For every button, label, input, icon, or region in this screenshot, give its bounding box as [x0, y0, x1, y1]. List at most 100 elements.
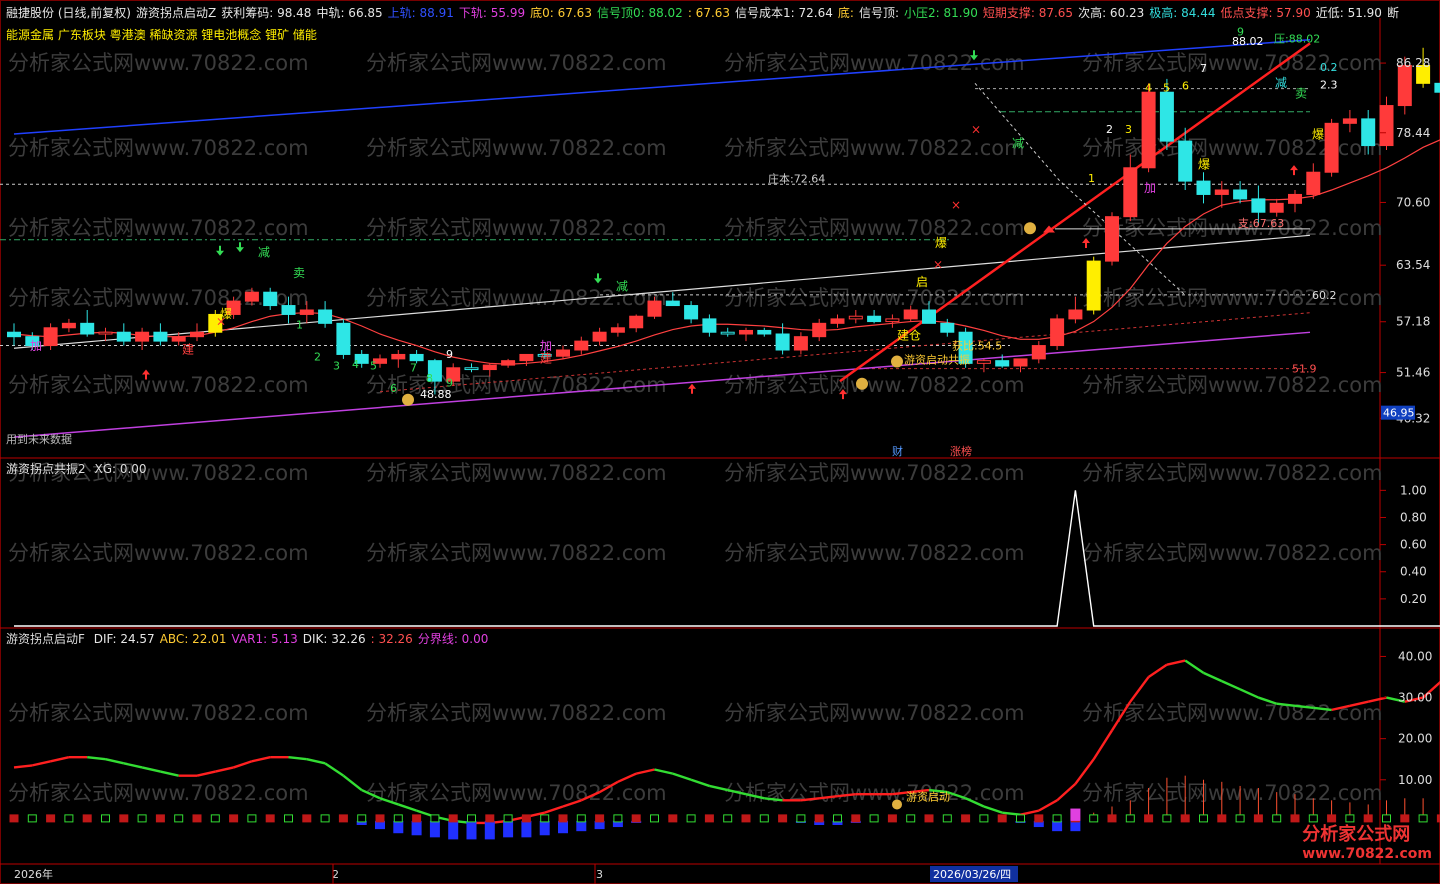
dik-segment [196, 770, 216, 777]
dik-segment [215, 766, 234, 773]
var1-bar [448, 820, 459, 840]
dik-segment [1056, 782, 1077, 802]
zero-mark [942, 814, 952, 823]
zero-mark [1089, 814, 1099, 823]
candle-body [171, 336, 186, 342]
y-tick-label: 0.20 [1400, 592, 1427, 606]
var1-bar [1070, 820, 1081, 832]
concept-tags[interactable]: 能源金属 广东板块 粤港澳 稀缺资源 锂电池概念 锂矿 储能 [6, 26, 317, 43]
watermark-text: 分析家公式网www.70822.com [366, 216, 667, 240]
count-digit: 2 [314, 351, 321, 364]
count-digit: 9 [446, 376, 453, 389]
zero-mark [961, 814, 971, 823]
candle-body [464, 367, 479, 371]
dik-segment [105, 758, 125, 765]
candle [720, 327, 735, 337]
candle-body [793, 336, 808, 351]
p2-title[interactable]: 游资拐点共振2 [6, 462, 86, 476]
candle [592, 327, 607, 346]
zero-mark [320, 814, 330, 823]
candle [1086, 256, 1101, 315]
signal-label: 建 [540, 351, 552, 365]
header-item-12: 小压2: 81.90 [904, 6, 978, 20]
count-digit: 2 [1106, 123, 1113, 136]
p3-value-4: : 32.26 [370, 632, 413, 646]
dik-segment [1147, 663, 1168, 678]
brand-name: 分析家公式网 [1302, 824, 1411, 845]
zero-mark [357, 814, 367, 823]
indicator-header: 融捷股份 (日线,前复权) 游资拐点启动Z 获利筹码: 98.48 中轨: 66.85… [6, 4, 1404, 21]
zero-mark [906, 814, 916, 823]
dik-segment [544, 805, 564, 814]
zero-mark [576, 814, 586, 823]
zero-mark [82, 814, 92, 823]
candle [318, 301, 333, 328]
candle-body [1288, 193, 1302, 204]
zero-mark [851, 814, 861, 823]
zero-mark [997, 814, 1007, 823]
candle-body [263, 291, 278, 307]
candle-body [1269, 202, 1284, 213]
candle-body [1306, 171, 1321, 195]
dik-segment [1221, 680, 1241, 691]
zero-mark [412, 814, 422, 823]
chart-canvas[interactable]: 分析家公式网www.70822.com 分析家公式网www.70822.com 分析… [0, 0, 1440, 884]
zero-mark [101, 814, 110, 823]
candle-body [1013, 358, 1028, 367]
header-item-1: 游资拐点启动Z [136, 6, 217, 20]
p3-title[interactable]: 游资拐点启动F [6, 632, 85, 646]
limitup-marker: 涨榜 [950, 444, 972, 458]
candle [812, 318, 827, 342]
y-tick-label: 0.40 [1400, 565, 1427, 579]
watermark-text: 分析家公式网www.70822.com [366, 51, 667, 75]
candle [629, 314, 644, 333]
candle [80, 310, 95, 337]
y-tick-label: 0.80 [1400, 510, 1427, 524]
zero-mark [137, 814, 147, 823]
watermark-text: 分析家公式网www.70822.com [1082, 286, 1383, 310]
zero-mark [247, 814, 257, 823]
candle [1306, 163, 1321, 199]
indicator-panel[interactable]: 游资启动 [9, 659, 1440, 840]
var1-bar [576, 820, 587, 832]
start-bar [1070, 808, 1081, 821]
candle [830, 314, 845, 328]
candle-body [1178, 140, 1193, 182]
dik-segment [1038, 799, 1058, 812]
candle-body [1233, 189, 1248, 200]
y-tick-label: 10.00 [1398, 773, 1432, 787]
candle [793, 332, 808, 355]
var1-bar [411, 820, 422, 836]
header-item-13: 短期支撑: 87.65 [982, 6, 1074, 20]
zero-mark [1034, 814, 1044, 823]
watermark-text: 分析家公式网www.70822.com [1082, 781, 1383, 805]
y-tick-label: 78.44 [1396, 126, 1430, 140]
candle-body [135, 331, 150, 342]
level-label-602: 60.2 [1312, 289, 1337, 302]
zero-mark [1180, 814, 1190, 823]
candle [61, 318, 76, 333]
watermark-text: 分析家公式网www.70822.com [1082, 461, 1383, 485]
watermark-layer: 分析家公式网www.70822.com 分析家公式网www.70822.com 分析… [8, 51, 1383, 805]
signal-label: 卖 [1295, 87, 1307, 101]
count-digit: 7 [410, 361, 417, 374]
y-tick-label: 86.28 [1396, 56, 1430, 70]
zero-mark [119, 814, 129, 823]
candle-body [190, 331, 204, 338]
ma-line [13, 139, 1440, 365]
dik-segment [160, 770, 179, 777]
zero-mark [1290, 814, 1300, 823]
count-digit: 9 [1237, 25, 1244, 38]
cost-label: 庄本:72.64 [768, 171, 825, 185]
zero-mark [1144, 814, 1154, 823]
zero-mark [1235, 814, 1245, 823]
candle [1269, 198, 1284, 217]
count-digit: 7 [1200, 62, 1207, 75]
header-item-4: 上轨: 88.91 [387, 6, 454, 20]
zero-mark [155, 814, 165, 823]
zero-mark [796, 814, 806, 823]
signal-label: 减 [1275, 76, 1287, 90]
header-item-18: 断 [1386, 6, 1399, 20]
watermark-text: 分析家公式网www.70822.com [1082, 51, 1383, 75]
var1-bar [503, 820, 514, 838]
